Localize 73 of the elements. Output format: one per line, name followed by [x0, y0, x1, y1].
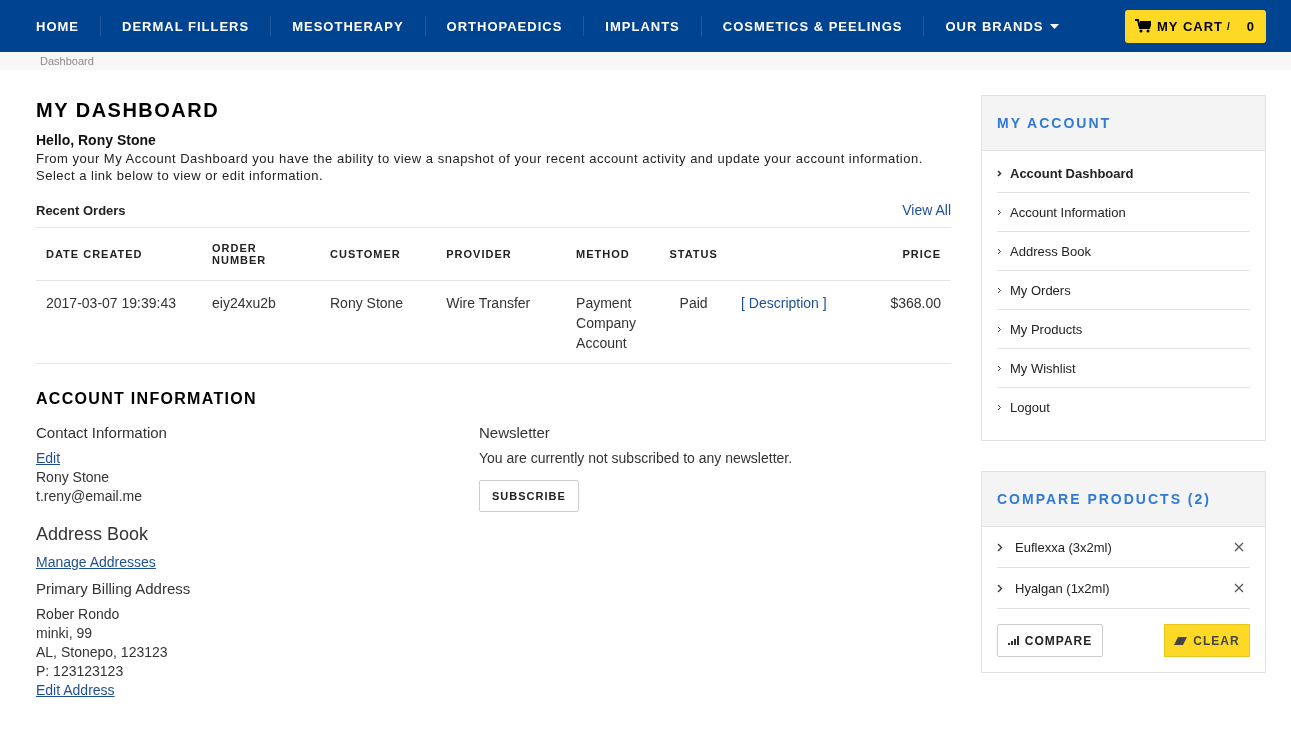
contact-name: Rony Stone: [36, 468, 110, 487]
newsletter-text: You are currently not subscribed to any newsletter.: [479, 449, 793, 468]
nav-link[interactable]: OUR BRANDS: [945, 18, 1059, 34]
address-line: Rober Rondo: [36, 605, 120, 624]
address-line: minki, 99: [36, 624, 93, 643]
panel-title: MY ACCOUNT: [997, 115, 1112, 131]
account-menu-link[interactable]: Address Book: [1010, 243, 1091, 259]
column-header: PRICE: [902, 248, 941, 260]
table-cell-text: Payment Company Account: [576, 294, 637, 353]
chevron-icon: [997, 208, 1002, 216]
close-icon[interactable]: [1234, 542, 1244, 552]
intro-text: From your My Account Dashboard you have the ability to view a snapshot of your recent account activity and update your account information. Select a link below to view or edit information.: [36, 150, 924, 184]
table-cell: $368.00: [890, 295, 941, 311]
nav-link[interactable]: IMPLANTS: [605, 18, 680, 34]
product-link[interactable]: Euflexxa (3x2ml): [1015, 539, 1222, 555]
nav-link[interactable]: HOME: [36, 18, 79, 34]
nav-link[interactable]: COSMETICS & PEELINGS: [722, 18, 903, 34]
column-header: METHOD: [576, 248, 630, 260]
account-menu-link[interactable]: My Products: [1010, 321, 1083, 337]
column-header: DATE CREATED: [46, 248, 143, 260]
account-menu-link[interactable]: Account Information: [1010, 204, 1126, 220]
column-header: ORDER NUMBER: [212, 242, 267, 266]
eraser-icon: [1174, 636, 1188, 645]
subscribe-button[interactable]: SUBSCRIBE: [479, 480, 579, 512]
chevron-icon: [997, 583, 1003, 593]
view-all-link[interactable]: View All: [902, 202, 951, 218]
edit-link[interactable]: Edit: [36, 449, 61, 468]
table-cell: eiy24xu2b: [212, 295, 276, 311]
section-title: Recent Orders: [36, 202, 126, 218]
table-cell: Wire Transfer: [446, 295, 531, 311]
table-cell: Paid: [679, 295, 708, 311]
account-menu-link[interactable]: My Wishlist: [1010, 360, 1076, 376]
account-menu-link[interactable]: Logout: [1010, 399, 1050, 415]
contact-email: t.reny@email.me: [36, 487, 143, 506]
table-cell: Rony Stone: [330, 295, 404, 311]
chevron-icon: [997, 169, 1002, 177]
account-menu-link[interactable]: Account Dashboard: [1010, 165, 1134, 181]
chevron-icon: [997, 286, 1002, 294]
chevron-icon: [997, 542, 1003, 552]
chevron-icon: [997, 364, 1002, 372]
close-icon[interactable]: [1234, 583, 1244, 593]
address-line: P: 123123123: [36, 662, 124, 681]
column-header: CUSTOMER: [330, 248, 401, 260]
account-menu-link[interactable]: My Orders: [1010, 282, 1071, 298]
chevron-icon: [997, 403, 1002, 411]
breadcrumb: Dashboard: [40, 55, 94, 67]
cart-button[interactable]: MY CART / 0: [1125, 9, 1266, 43]
subsection-title: Primary Billing Address: [36, 580, 191, 597]
subsection-title: Contact Information: [36, 424, 167, 441]
clear-button[interactable]: CLEAR: [1164, 624, 1250, 657]
caret-icon: [1049, 23, 1059, 29]
nav-link[interactable]: MESOTHERAPY: [292, 18, 404, 34]
column-header: STATUS: [669, 248, 718, 260]
compare-button[interactable]: COMPARE: [997, 624, 1103, 657]
address-line: AL, Stonepo, 123123: [36, 643, 168, 662]
edit-address-link[interactable]: Edit Address: [36, 681, 115, 700]
chevron-icon: [997, 325, 1002, 333]
nav-link[interactable]: DERMAL FILLERS: [122, 18, 250, 34]
subsection-title: Newsletter: [479, 424, 550, 441]
description-link[interactable]: [ Description ]: [741, 295, 827, 311]
chevron-icon: [997, 247, 1002, 255]
cart-icon: [1135, 19, 1151, 33]
greeting: Hello, Rony Stone: [36, 132, 157, 148]
nav-link[interactable]: ORTHOPAEDICS: [446, 18, 563, 34]
product-link[interactable]: Hyalgan (1x2ml): [1015, 580, 1222, 596]
manage-addresses-link[interactable]: Manage Addresses: [36, 553, 156, 572]
signal-icon: [1007, 636, 1020, 645]
page-title: MY DASHBOARD: [36, 99, 221, 122]
table-cell: 2017-03-07 19:39:43: [46, 295, 176, 311]
panel-title: COMPARE PRODUCTS (2): [997, 491, 1211, 507]
subsection-title: Address Book: [36, 524, 149, 545]
section-title: ACCOUNT INFORMATION: [36, 390, 258, 408]
column-header: PROVIDER: [446, 248, 512, 260]
